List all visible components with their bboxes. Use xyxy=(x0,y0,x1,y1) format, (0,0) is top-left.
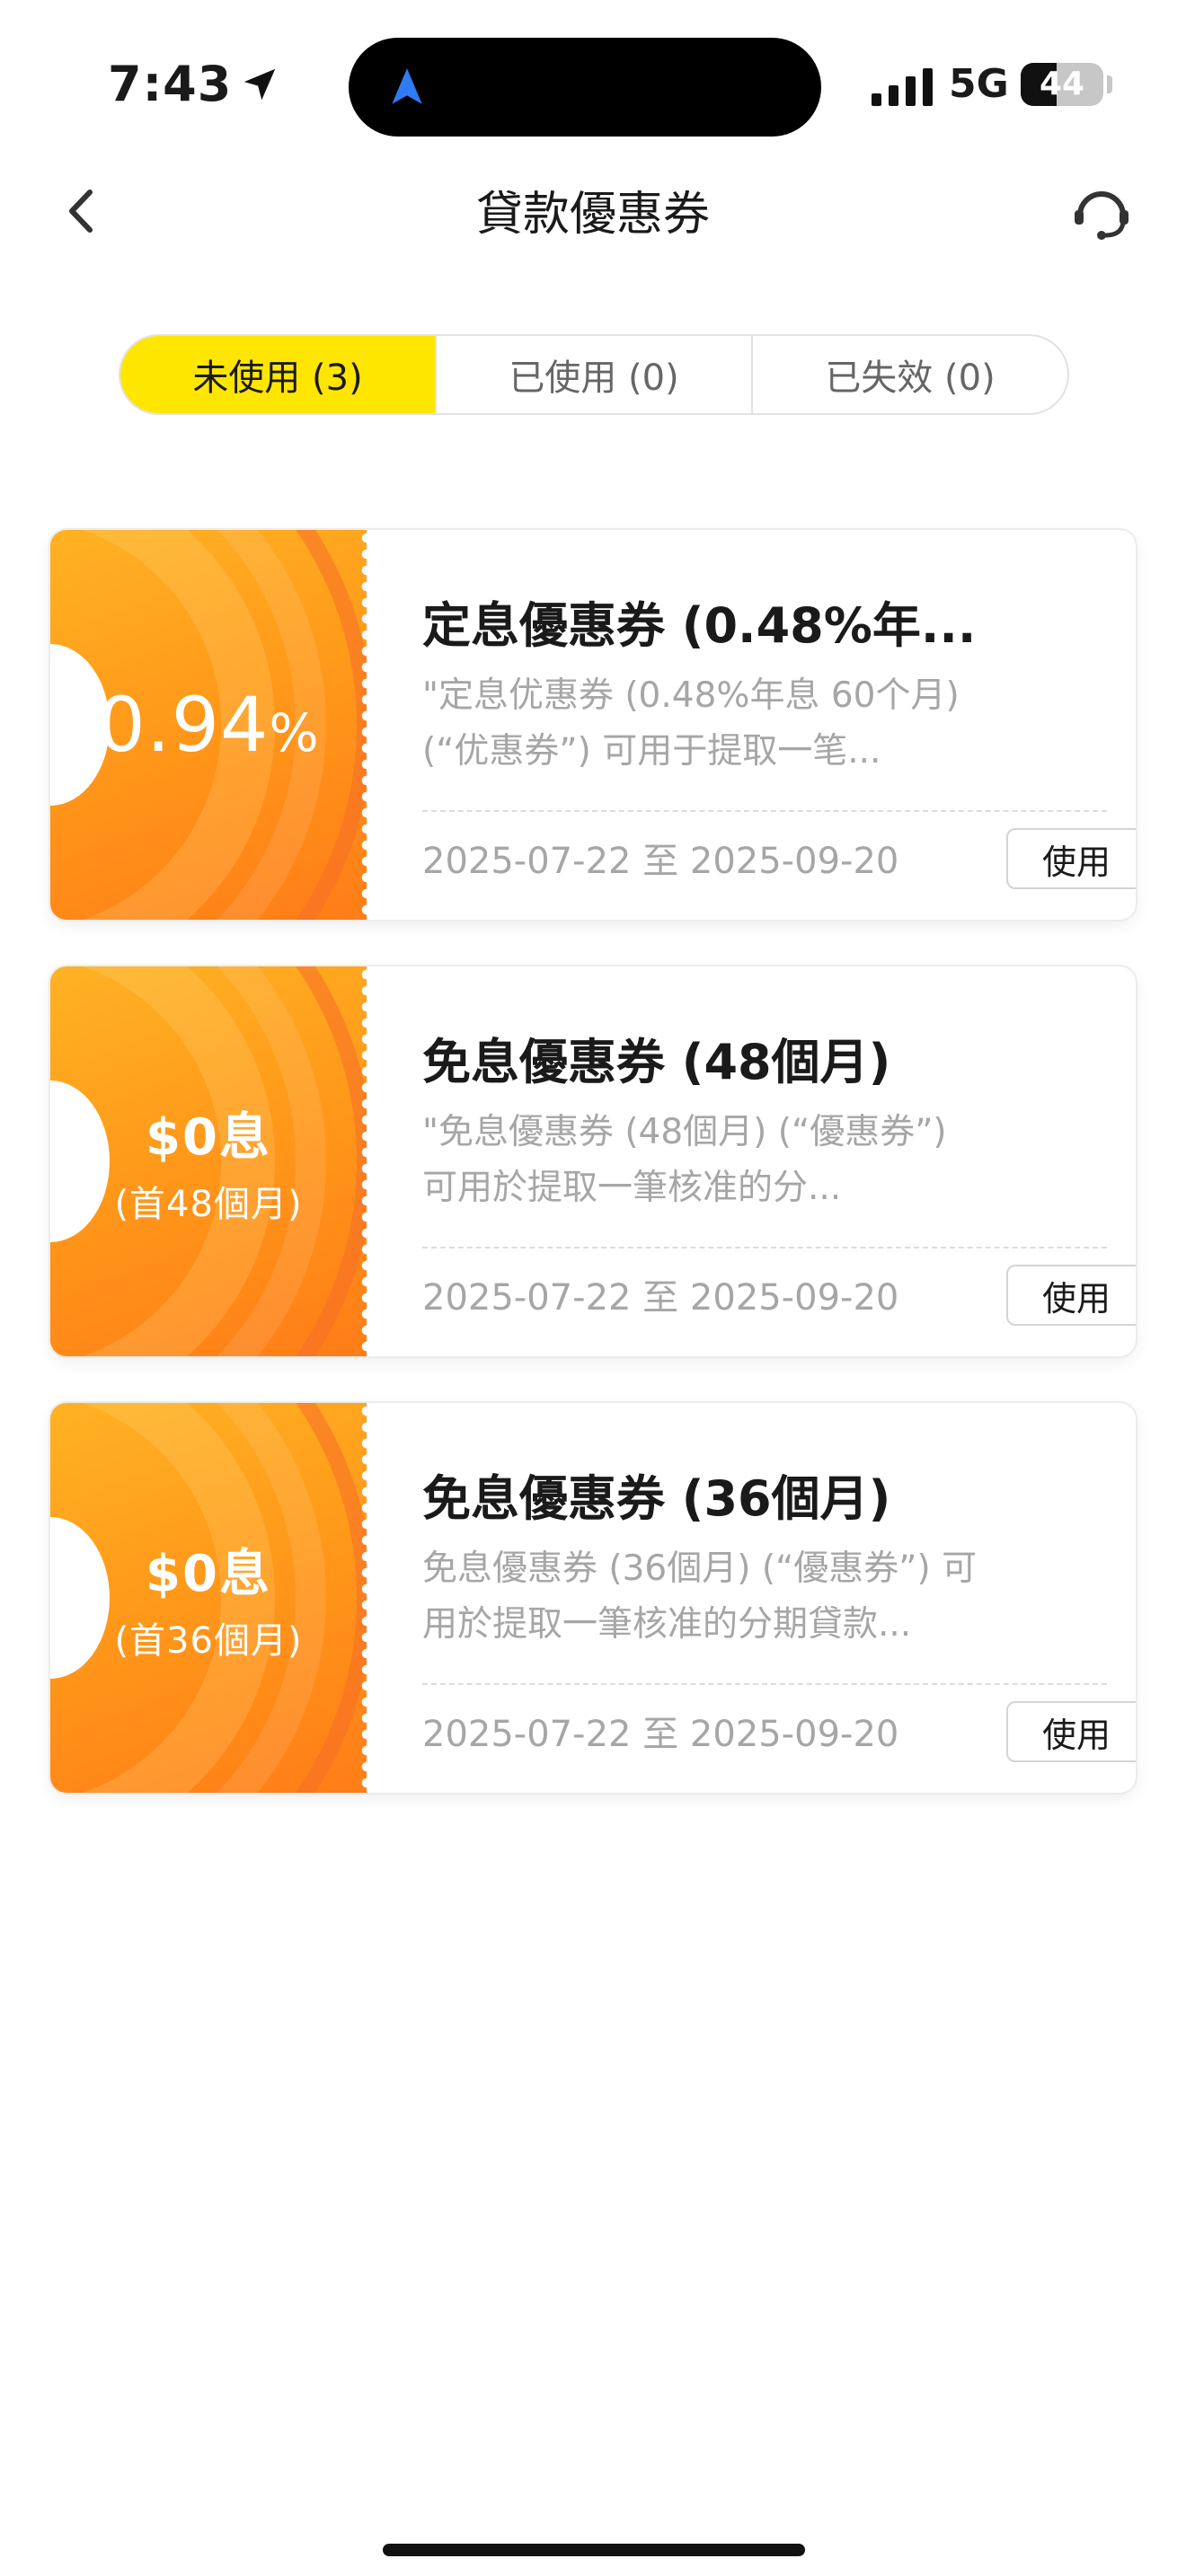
status-bar: 7:43 5G 44 xyxy=(0,0,1186,171)
coupon-value-sub: (首36個月) xyxy=(114,1619,303,1662)
tab-expired[interactable]: 已失效 (0) xyxy=(751,336,1067,413)
home-indicator[interactable] xyxy=(383,2544,805,2556)
tab-used[interactable]: 已使用 (0) xyxy=(435,336,751,413)
tab-unused[interactable]: 未使用 (3) xyxy=(120,336,435,413)
coupon-body: 定息優惠券 (0.48%年... "定息优惠券 (0.48%年息 60个月) (… xyxy=(422,530,1136,920)
use-coupon-button[interactable]: 使用 xyxy=(1006,828,1136,889)
battery-percent: 44 xyxy=(1039,66,1085,102)
coupon-rate-unit: % xyxy=(269,702,320,763)
customer-service-icon[interactable] xyxy=(1069,180,1134,244)
cellular-signal-icon xyxy=(872,68,933,106)
coupon-divider xyxy=(422,1683,1107,1685)
coupon-title: 定息優惠券 (0.48%年... xyxy=(422,597,977,654)
coupon-value-main: $0息 xyxy=(146,1544,271,1603)
navigation-arrow-icon xyxy=(392,68,422,104)
coupon-description: "定息优惠券 (0.48%年息 60个月) (“优惠券”) 可用于提取一笔... xyxy=(422,675,960,772)
coupon-stub: $0息 (首48個月) xyxy=(50,966,367,1356)
coupon-title: 免息優惠券 (48個月) xyxy=(422,1034,891,1090)
coupon-value-sub: (首48個月) xyxy=(114,1183,303,1225)
status-time: 7:43 xyxy=(108,56,280,112)
coupon-divider xyxy=(422,810,1107,812)
coupon-date-range: 2025-07-22 至 2025-09-20 xyxy=(422,1714,899,1755)
page-title: 貸款優惠券 xyxy=(475,188,710,242)
use-coupon-button[interactable]: 使用 xyxy=(1006,1265,1136,1326)
coupon-value: 0.94% xyxy=(50,530,367,920)
coupon-rate: 0.94% xyxy=(97,681,319,769)
use-coupon-button[interactable]: 使用 xyxy=(1006,1701,1136,1762)
coupon-body: 免息優惠券 (36個月) 免息優惠券 (36個月) (“優惠券”) 可用於提取一… xyxy=(422,1403,1136,1793)
coupon-card[interactable]: $0息 (首36個月) 免息優惠券 (36個月) 免息優惠券 (36個月) (“… xyxy=(50,1403,1136,1793)
coupon-divider xyxy=(422,1247,1107,1248)
coupon-status-tabs: 未使用 (3) 已使用 (0) 已失效 (0) xyxy=(119,334,1069,415)
battery-icon: 44 xyxy=(1021,63,1103,106)
network-type: 5G xyxy=(949,61,1009,107)
coupon-stub: 0.94% xyxy=(50,530,367,920)
coupon-card[interactable]: $0息 (首48個月) 免息優惠券 (48個月) "免息優惠券 (48個月) (… xyxy=(50,966,1136,1356)
coupon-value: $0息 (首36個月) xyxy=(50,1403,367,1793)
battery-tip xyxy=(1107,75,1112,93)
coupon-date-range: 2025-07-22 至 2025-09-20 xyxy=(422,841,899,882)
coupon-card[interactable]: 0.94% 定息優惠券 (0.48%年... "定息优惠券 (0.48%年息 6… xyxy=(50,530,1136,920)
coupon-title: 免息優惠券 (36個月) xyxy=(422,1470,891,1527)
coupon-description: "免息優惠券 (48個月) (“優惠券”) 可用於提取一筆核准的分... xyxy=(422,1112,947,1208)
coupon-stub: $0息 (首36個月) xyxy=(50,1403,367,1793)
coupon-value: $0息 (首48個月) xyxy=(50,966,367,1356)
coupon-description: 免息優惠券 (36個月) (“優惠券”) 可用於提取一筆核准的分期貸款... xyxy=(422,1548,978,1645)
coupon-rate-number: 0.94 xyxy=(97,681,270,769)
location-arrow-icon xyxy=(244,68,276,100)
dynamic-island xyxy=(349,38,821,137)
coupon-value-main: $0息 xyxy=(146,1107,271,1167)
coupon-date-range: 2025-07-22 至 2025-09-20 xyxy=(422,1277,899,1319)
time-text: 7:43 xyxy=(108,56,233,112)
coupon-body: 免息優惠券 (48個月) "免息優惠券 (48個月) (“優惠券”) 可用於提取… xyxy=(422,966,1136,1356)
